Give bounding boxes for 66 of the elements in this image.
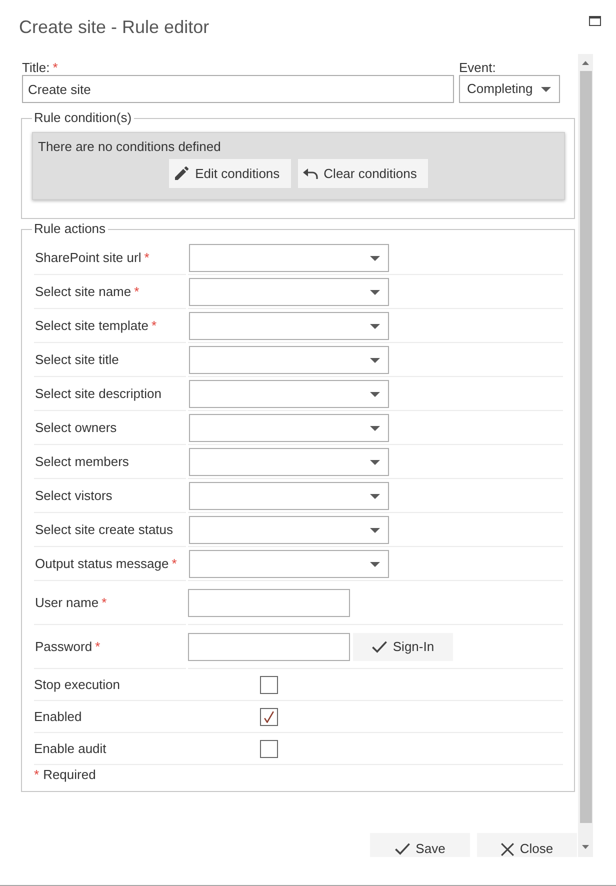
pencil-icon: [174, 166, 190, 181]
close-icon: [500, 842, 514, 856]
field-label: Enable audit: [34, 741, 106, 757]
dropdown[interactable]: [189, 380, 389, 408]
scrollbar-thumb[interactable]: [580, 71, 592, 823]
text-field[interactable]: Create site: [22, 75, 454, 103]
close-button[interactable]: Close: [477, 833, 577, 857]
dropdown[interactable]: [189, 414, 389, 442]
caret-icon: [370, 528, 380, 532]
caret-up-icon[interactable]: [582, 61, 589, 65]
checkbox[interactable]: [260, 740, 278, 758]
text-field[interactable]: [188, 589, 350, 617]
field-label: Select site description: [35, 386, 162, 402]
dropdown[interactable]: [189, 550, 389, 578]
caret-icon: [541, 86, 551, 92]
caret-icon: [370, 324, 380, 328]
caret-icon: [370, 290, 380, 294]
edit-conditions-button[interactable]: Edit conditions: [169, 159, 291, 188]
check-icon: [372, 641, 387, 653]
checkbox[interactable]: [260, 708, 278, 726]
caret-icon: [370, 256, 380, 260]
field-label: Select site title: [35, 352, 119, 368]
dropdown[interactable]: [189, 278, 389, 306]
dropdown[interactable]: [189, 448, 389, 476]
clear-conditions-button[interactable]: Clear conditions: [298, 159, 428, 188]
caret-icon: [370, 358, 380, 362]
password-field[interactable]: [188, 633, 350, 661]
field-label: Select site template *: [35, 318, 157, 334]
maximize-icon[interactable]: [589, 16, 601, 26]
dropdown[interactable]: [189, 516, 389, 544]
caret-icon: [370, 392, 380, 396]
empty-message: There are no conditions defined: [38, 139, 221, 155]
field-label: Password *: [35, 638, 100, 654]
field-label: Title: *: [22, 60, 58, 75]
field-label: Stop execution: [34, 677, 120, 693]
save-button[interactable]: Save: [370, 833, 470, 857]
field-label: Select site create status: [35, 522, 174, 538]
sign-in-button[interactable]: Sign-In: [353, 633, 453, 661]
required-note: * Required: [34, 767, 96, 783]
checkbox[interactable]: [260, 676, 278, 694]
dropdown[interactable]: [189, 244, 389, 272]
caret-icon: [370, 426, 380, 430]
field-label: Enabled: [34, 709, 82, 725]
caret-icon: [370, 460, 380, 464]
field-label: SharePoint site url *: [35, 250, 150, 266]
field-label: Output status message *: [35, 556, 177, 572]
caret-down-icon[interactable]: [582, 845, 589, 849]
dropdown[interactable]: [189, 346, 389, 374]
dropdown[interactable]: [189, 312, 389, 340]
undo-icon: [302, 168, 318, 179]
field-label: Event:: [459, 60, 496, 75]
caret-icon: [370, 494, 380, 498]
group-legend: Rule actions: [32, 221, 108, 237]
window-title: Create site - Rule editor: [19, 16, 210, 38]
group-legend: Rule condition(s): [32, 110, 134, 126]
field-label: User name *: [35, 594, 107, 610]
field-label: Select site name *: [35, 284, 140, 300]
check-icon: [394, 843, 410, 855]
tick-icon: [264, 711, 274, 723]
dropdown[interactable]: [189, 482, 389, 510]
field-label: Select members: [35, 454, 129, 470]
field-label: Select vistors: [35, 488, 112, 504]
caret-icon: [370, 562, 380, 566]
scrollbar-track[interactable]: [578, 54, 593, 857]
dropdown[interactable]: Completing: [459, 75, 560, 103]
field-label: Select owners: [35, 420, 117, 436]
